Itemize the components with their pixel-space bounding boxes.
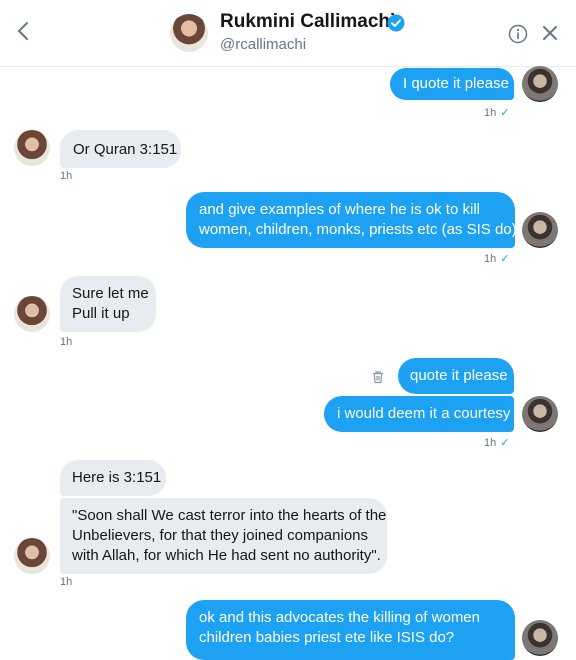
message-timestamp: 1h ✓	[484, 437, 510, 449]
message-text-line: Unbelievers, for that they joined compan…	[72, 527, 369, 544]
message-text: Or Quran 3:151	[73, 141, 178, 158]
received-message[interactable]: Or Quran 3:151	[60, 130, 181, 168]
conversation-header: Rukmini Callimachi @rcallimachi	[0, 0, 576, 67]
message-timestamp: 1h	[60, 576, 73, 588]
message-text: quote it please	[410, 367, 508, 384]
received-message[interactable]: Here is 3:151	[60, 460, 166, 496]
sent-message[interactable]: i would deem it a courtesy	[324, 396, 514, 432]
contact-avatar[interactable]	[170, 14, 208, 52]
read-check-icon: ✓	[500, 253, 510, 265]
message-text-line: Pull it up	[72, 305, 130, 322]
message-text-line: children babies priest ete like ISIS do?	[199, 629, 455, 646]
contact-name[interactable]: Rukmini Callimachi	[220, 11, 395, 33]
message-text-line: Sure let me	[72, 285, 149, 302]
sender-avatar[interactable]	[522, 396, 558, 432]
message-text-line: women, children, monks, priests etc (as …	[199, 221, 517, 238]
message-text-line: ok and this advocates the killing of wom…	[199, 609, 480, 626]
close-icon[interactable]	[542, 25, 558, 41]
sent-message[interactable]: and give examples of where he is ok to k…	[186, 192, 517, 248]
message-text-line: and give examples of where he is ok to k…	[199, 201, 480, 218]
contact-avatar-small[interactable]	[14, 296, 50, 332]
sender-avatar[interactable]	[522, 620, 558, 656]
message-timestamp: 1h	[60, 336, 73, 348]
message-text: i would deem it a courtesy	[337, 405, 511, 422]
received-message[interactable]: "Soon shall We cast terror into the hear…	[60, 498, 387, 574]
sender-avatar[interactable]	[522, 212, 558, 248]
message-text: Here is 3:151	[72, 469, 162, 486]
sent-message[interactable]: I quote it please	[390, 68, 514, 100]
contact-avatar-small[interactable]	[14, 538, 50, 574]
sent-message[interactable]: ok and this advocates the killing of wom…	[186, 600, 515, 660]
message-timestamp: 1h ✓	[484, 107, 510, 119]
message-timestamp: 1h	[60, 170, 73, 182]
info-icon[interactable]	[508, 24, 528, 44]
contact-handle[interactable]: @rcallimachi	[220, 36, 306, 53]
read-check-icon: ✓	[500, 437, 510, 449]
back-arrow-icon[interactable]	[14, 20, 34, 42]
sender-avatar[interactable]	[522, 66, 558, 102]
delete-trash-icon[interactable]	[371, 370, 385, 384]
read-check-icon: ✓	[500, 107, 510, 119]
message-text: I quote it please	[403, 75, 509, 92]
message-text-line: with Allah, for which He had sent no aut…	[72, 547, 381, 564]
contact-avatar-small[interactable]	[14, 130, 50, 166]
message-text-line: "Soon shall We cast terror into the hear…	[72, 507, 387, 524]
message-timestamp: 1h ✓	[484, 253, 510, 265]
received-message[interactable]: Sure let me Pull it up	[60, 276, 156, 332]
verified-badge-icon	[387, 14, 405, 32]
sent-message[interactable]: quote it please	[398, 358, 514, 394]
